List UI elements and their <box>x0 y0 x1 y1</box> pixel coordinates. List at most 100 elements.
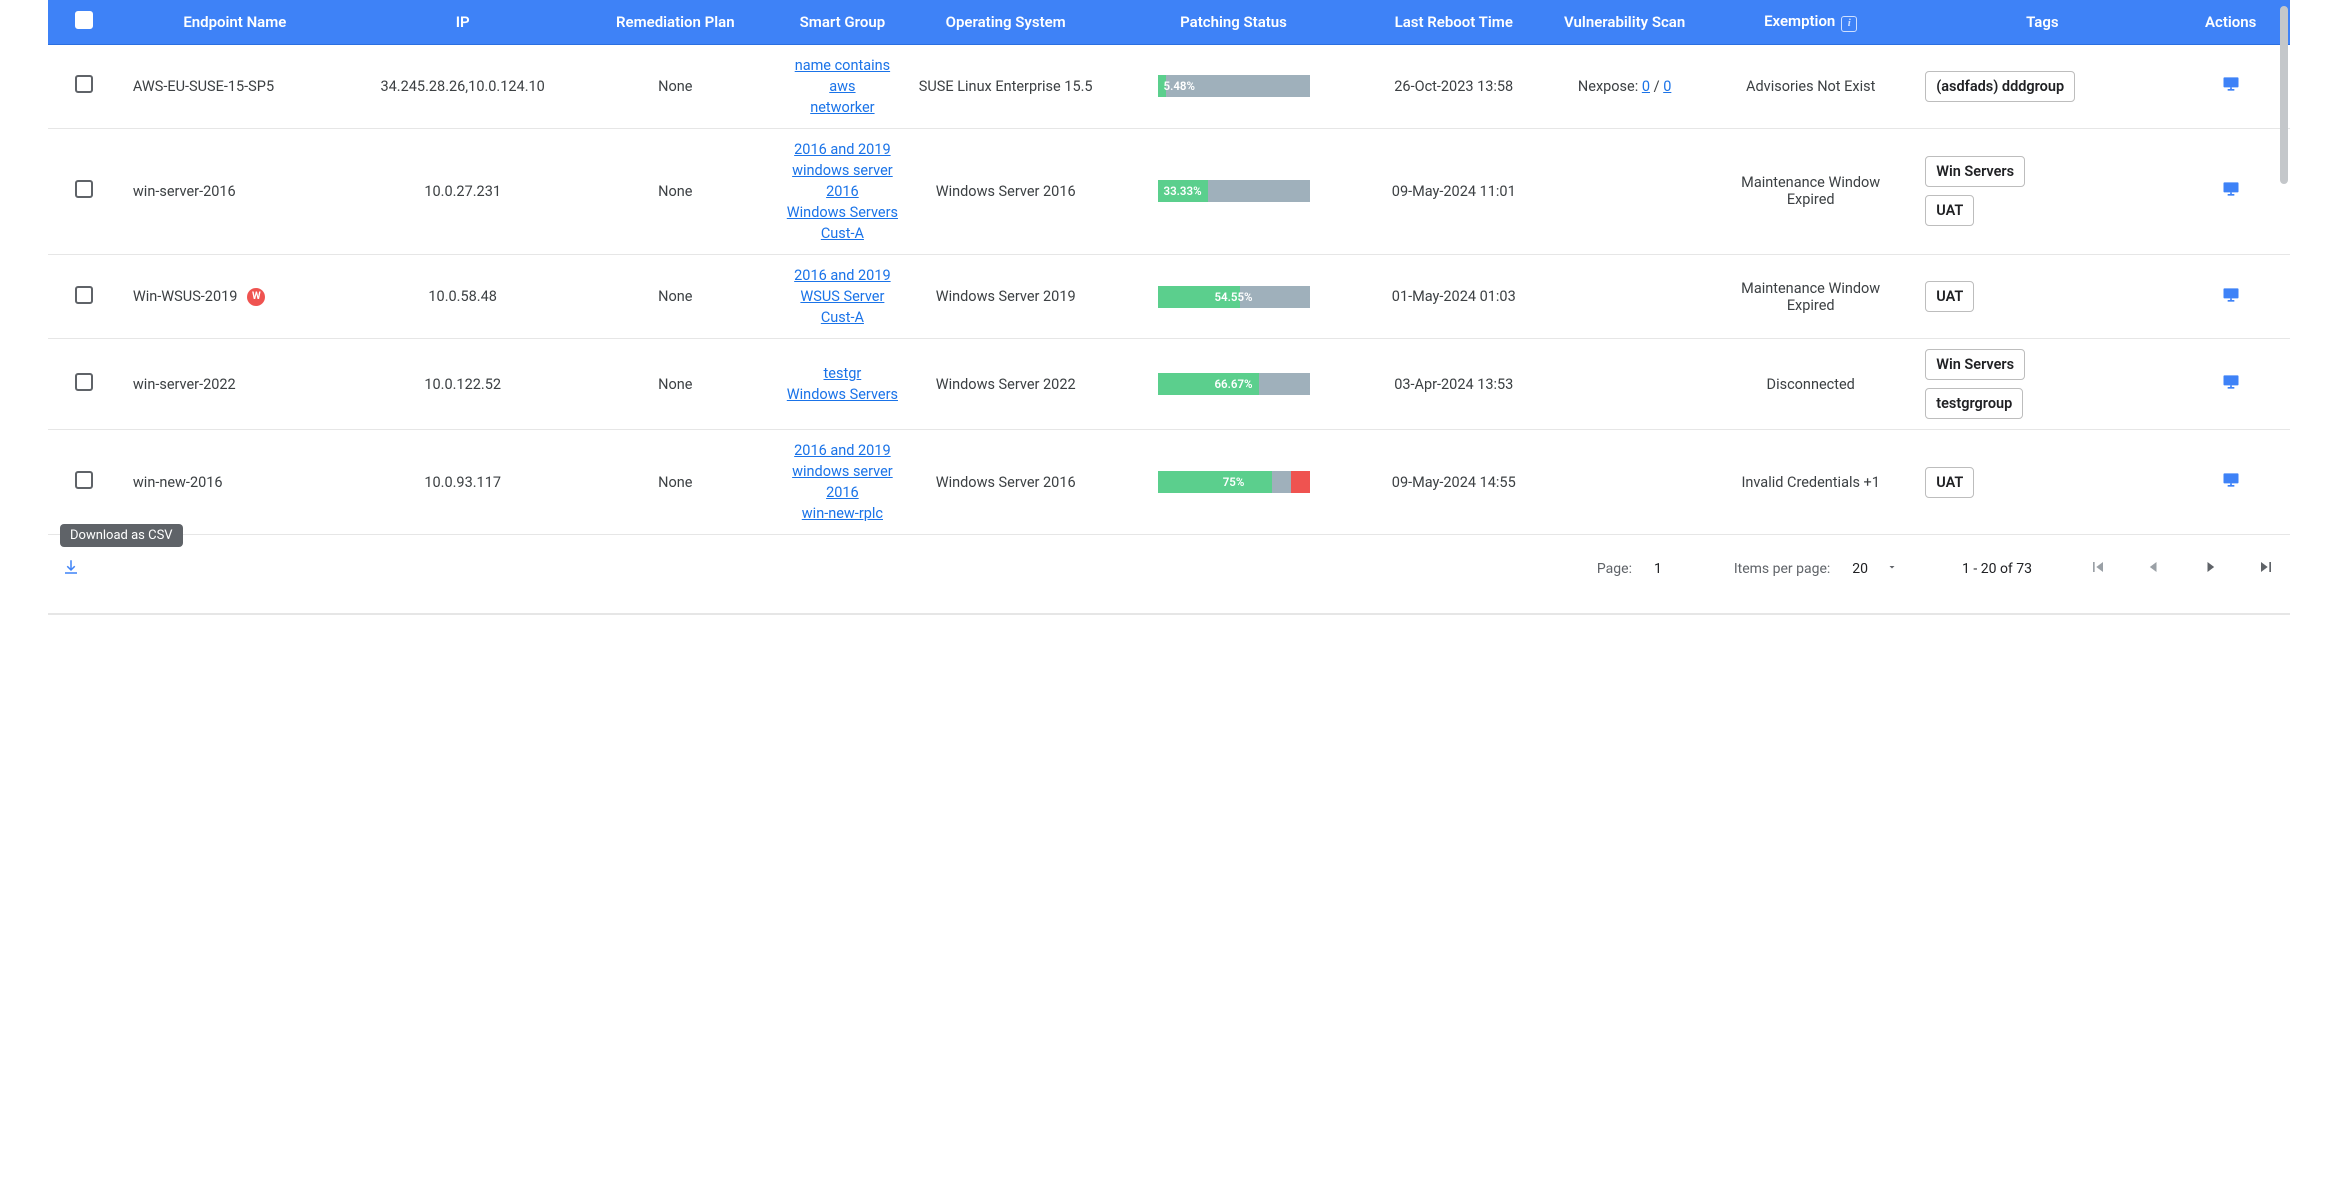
table-row: AWS-EU-SUSE-15-SP534.245.28.26,10.0.124.… <box>48 45 2290 129</box>
smart-group-link[interactable]: name contains aws <box>782 55 903 97</box>
tag-chip[interactable]: UAT <box>1925 467 1974 498</box>
row-checkbox[interactable] <box>75 373 93 391</box>
patching-progress[interactable]: 75% <box>1158 471 1310 493</box>
view-endpoint-icon[interactable] <box>2221 292 2241 309</box>
csv-tooltip: Download as CSV <box>60 524 183 547</box>
remediation-plan: None <box>658 288 692 305</box>
header-vuln[interactable]: Vulnerability Scan <box>1541 0 1708 45</box>
chevron-down-icon <box>1886 561 1898 577</box>
smart-group-link[interactable]: win-new-rplc <box>782 503 903 524</box>
tag-chip[interactable]: Win Servers <box>1925 349 2025 380</box>
remediation-plan: None <box>658 183 692 200</box>
exemption-status: Disconnected <box>1767 376 1855 393</box>
header-endpoint[interactable]: Endpoint Name <box>121 0 349 45</box>
last-page-button[interactable] <box>2252 553 2280 585</box>
page-label: Page: <box>1597 561 1632 577</box>
operating-system: Windows Server 2019 <box>936 288 1076 305</box>
endpoint-name: win-server-2016 <box>133 183 236 200</box>
operating-system: Windows Server 2022 <box>936 376 1076 393</box>
smart-group-link[interactable]: 2016 and 2019 <box>782 265 903 286</box>
page-range: 1 - 20 of 73 <box>1962 561 2032 577</box>
table-row: win-new-2016 10.0.93.117 None 2016 and 2019… <box>48 430 2290 535</box>
operating-system: Windows Server 2016 <box>936 474 1076 491</box>
patching-percent: 33.33% <box>1164 180 1202 202</box>
ip-address: 10.0.93.117 <box>424 474 501 491</box>
table-row: Win-WSUS-2019W10.0.58.48None2016 and 201… <box>48 255 2290 339</box>
vuln-count-link[interactable]: 0 <box>1642 78 1650 95</box>
view-endpoint-icon[interactable] <box>2221 477 2241 494</box>
smart-group-link[interactable]: networker <box>782 97 903 118</box>
endpoint-name: AWS-EU-SUSE-15-SP5 <box>133 78 274 95</box>
patching-progress[interactable]: 33.33% <box>1158 180 1310 202</box>
view-endpoint-icon[interactable] <box>2221 379 2241 396</box>
smart-group-link[interactable]: Windows Servers <box>782 384 903 405</box>
remediation-plan: None <box>658 78 692 95</box>
operating-system: SUSE Linux Enterprise 15.5 <box>919 78 1093 95</box>
patching-percent: 66.67% <box>1158 373 1310 395</box>
header-patching[interactable]: Patching Status <box>1101 0 1367 45</box>
view-endpoint-icon[interactable] <box>2221 186 2241 203</box>
header-remediation[interactable]: Remediation Plan <box>577 0 774 45</box>
page-value[interactable]: 1 <box>1654 561 1662 577</box>
vuln-count-link[interactable]: 0 <box>1663 78 1671 95</box>
next-page-button[interactable] <box>2196 553 2224 585</box>
remediation-plan: None <box>658 474 692 491</box>
patching-progress[interactable]: 66.67% <box>1158 373 1310 395</box>
table-row: win-server-2016 10.0.27.231 None 2016 and 2… <box>48 129 2290 255</box>
endpoint-name: Win-WSUS-2019 <box>133 288 238 305</box>
tag-chip[interactable]: Win Servers <box>1925 156 2025 187</box>
tag-chip[interactable]: (asdfads) dddgroup <box>1925 71 2075 102</box>
header-os[interactable]: Operating System <box>911 0 1101 45</box>
table-footer: Page: 1 Items per page: 20 1 - 20 of 73 <box>48 535 2290 615</box>
smart-group-link[interactable]: windows server 2016 <box>782 160 903 202</box>
prev-page-button[interactable] <box>2140 553 2168 585</box>
smart-group-link[interactable]: testgr <box>782 363 903 384</box>
table-row: win-server-202210.0.122.52NonetestgrWind… <box>48 339 2290 430</box>
info-icon[interactable]: i <box>1841 16 1857 32</box>
smart-group-link[interactable]: WSUS Server <box>782 286 903 307</box>
header-exemption[interactable]: Exemptioni <box>1708 0 1913 45</box>
last-reboot-time: 01-May-2024 01:03 <box>1392 288 1516 305</box>
smart-group-link[interactable]: Windows Servers <box>782 202 903 223</box>
tag-chip[interactable]: testgrgroup <box>1925 388 2023 419</box>
row-checkbox[interactable] <box>75 286 93 304</box>
header-tags[interactable]: Tags <box>1913 0 2171 45</box>
paginator: Page: 1 Items per page: 20 1 - 20 of 73 <box>1597 553 2280 585</box>
first-page-button[interactable] <box>2084 553 2112 585</box>
items-per-page-label: Items per page: <box>1734 561 1830 577</box>
tag-chip[interactable]: UAT <box>1925 281 1974 312</box>
header-checkbox[interactable] <box>48 0 121 45</box>
smart-group-link[interactable]: windows server 2016 <box>782 461 903 503</box>
view-endpoint-icon[interactable] <box>2221 81 2241 98</box>
exemption-status: Maintenance Window Expired <box>1741 174 1880 208</box>
header-ip[interactable]: IP <box>349 0 577 45</box>
header-smartgroup[interactable]: Smart Group <box>774 0 911 45</box>
patching-percent: 5.48% <box>1164 75 1195 97</box>
patching-progress[interactable]: 5.48% <box>1158 75 1310 97</box>
endpoint-name: win-new-2016 <box>133 474 223 491</box>
header-reboot[interactable]: Last Reboot Time <box>1366 0 1541 45</box>
row-checkbox[interactable] <box>75 75 93 93</box>
patching-progress[interactable]: 54.55% <box>1158 286 1310 308</box>
items-per-page-select[interactable]: 20 <box>1852 561 1898 577</box>
header-actions: Actions <box>2171 0 2290 45</box>
tag-chip[interactable]: UAT <box>1925 195 1974 226</box>
smart-group-link[interactable]: Cust-A <box>782 307 903 328</box>
smart-group-link[interactable]: 2016 and 2019 <box>782 440 903 461</box>
endpoint-table-wrap: Endpoint Name IP Remediation Plan Smart … <box>48 0 2290 615</box>
ip-address: 10.0.58.48 <box>428 288 497 305</box>
row-checkbox[interactable] <box>75 471 93 489</box>
vuln-source: Nexpose: <box>1578 78 1642 95</box>
endpoint-table: Endpoint Name IP Remediation Plan Smart … <box>48 0 2290 535</box>
last-reboot-time: 09-May-2024 14:55 <box>1392 474 1516 491</box>
patching-percent: 75% <box>1158 471 1310 493</box>
patching-percent: 54.55% <box>1158 286 1310 308</box>
vertical-scrollbar[interactable] <box>2280 6 2288 184</box>
last-reboot-time: 03-Apr-2024 13:53 <box>1394 376 1513 393</box>
smart-group-link[interactable]: Cust-A <box>782 223 903 244</box>
smart-group-link[interactable]: 2016 and 2019 <box>782 139 903 160</box>
row-checkbox[interactable] <box>75 180 93 198</box>
operating-system: Windows Server 2016 <box>936 183 1076 200</box>
download-csv-button[interactable] <box>58 554 84 584</box>
ip-address: 10.0.27.231 <box>424 183 501 200</box>
